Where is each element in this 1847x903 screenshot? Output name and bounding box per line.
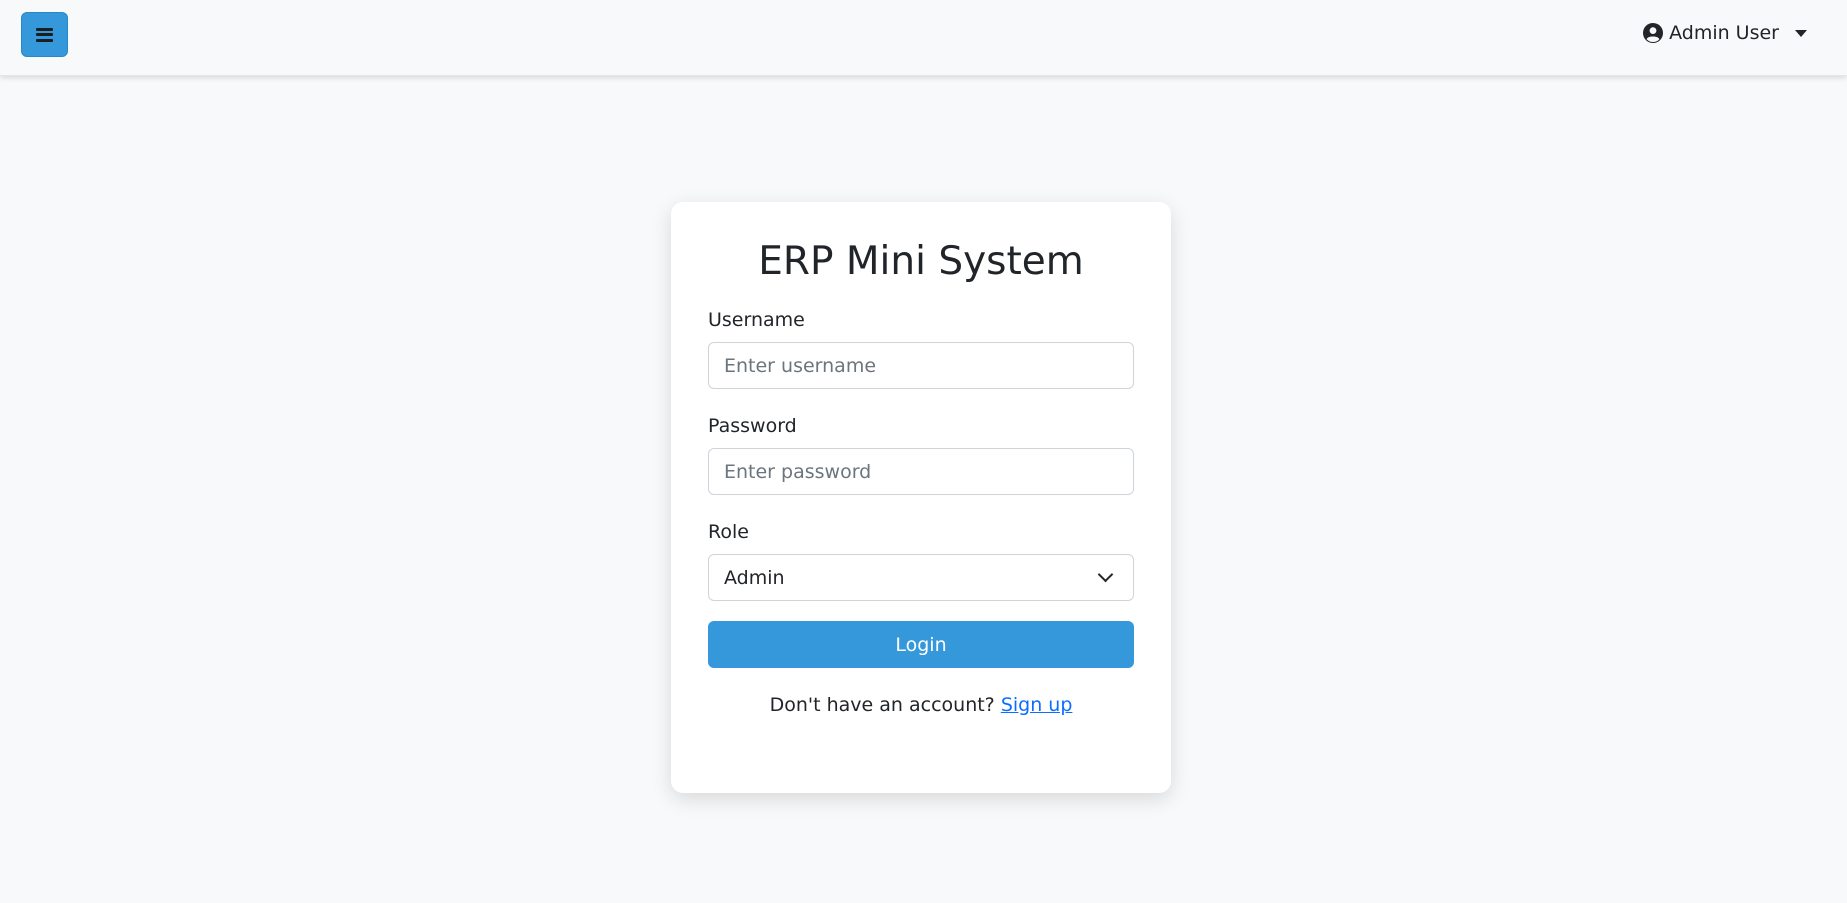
login-title: ERP Mini System bbox=[758, 239, 1084, 284]
user-name: Admin User bbox=[1669, 22, 1779, 44]
caret-down-icon bbox=[1795, 29, 1807, 37]
chevron-down-icon bbox=[1097, 566, 1114, 583]
password-group: Password bbox=[708, 414, 1134, 495]
menu-toggle-button[interactable] bbox=[21, 12, 68, 57]
signup-prompt-line: Don't have an account? Sign up bbox=[708, 694, 1134, 716]
username-label: Username bbox=[708, 309, 805, 331]
role-group: Role Admin bbox=[708, 520, 1134, 601]
password-label: Password bbox=[708, 415, 797, 437]
username-input[interactable] bbox=[708, 342, 1134, 389]
login-card: ERP Mini System Username Password Role A… bbox=[671, 202, 1171, 793]
role-select[interactable]: Admin bbox=[708, 554, 1134, 601]
hamburger-icon bbox=[36, 27, 53, 42]
username-group: Username bbox=[708, 308, 1134, 389]
signup-link[interactable]: Sign up bbox=[1001, 694, 1073, 716]
top-navbar: Admin User bbox=[0, 0, 1847, 76]
password-input[interactable] bbox=[708, 448, 1134, 495]
signup-prompt-text: Don't have an account? bbox=[769, 694, 995, 716]
role-selected-value: Admin bbox=[724, 566, 785, 589]
user-menu-dropdown[interactable]: Admin User bbox=[1643, 22, 1807, 44]
role-label: Role bbox=[708, 521, 749, 543]
user-circle-icon bbox=[1643, 23, 1664, 43]
login-button[interactable]: Login bbox=[708, 621, 1134, 668]
